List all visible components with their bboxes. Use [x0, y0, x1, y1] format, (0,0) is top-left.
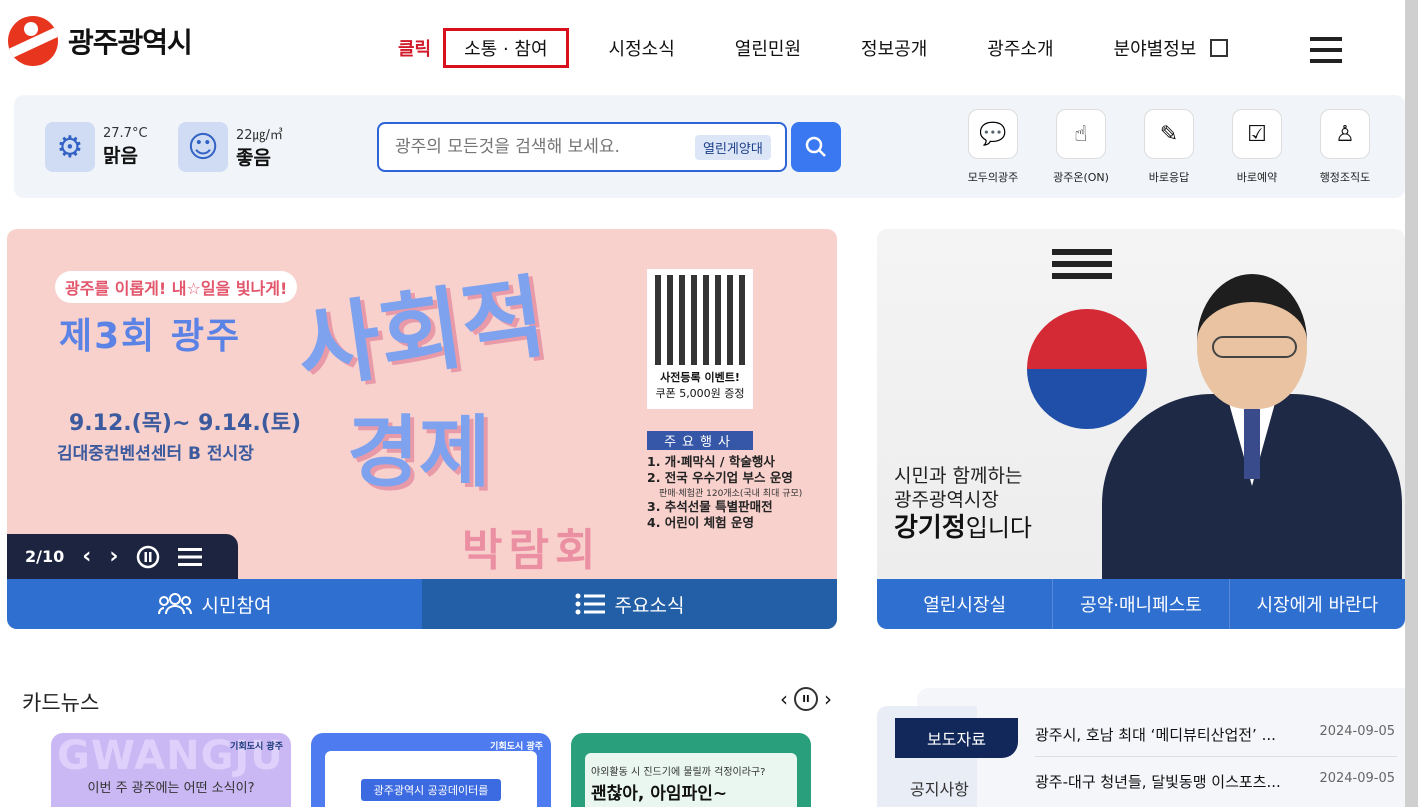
page: 광주광역시 클릭 소통 · 참여 시정소식 열린민원 정보공개 광주소개 분야별… — [0, 0, 1405, 807]
nav-communication[interactable]: 소통 · 참여 — [443, 28, 569, 68]
people-icon — [157, 593, 192, 615]
tab-request-to-mayor[interactable]: 시장에게 바란다 — [1230, 579, 1405, 629]
weather-condition: 맑음 — [103, 145, 138, 167]
temperature: 27.7°C — [103, 126, 148, 141]
nav-field-info-label: 분야별정보 — [1113, 39, 1197, 60]
main-nav: 클릭 소통 · 참여 시정소식 열린민원 정보공개 광주소개 분야별정보 — [398, 28, 1229, 68]
search-input[interactable] — [395, 137, 685, 157]
press-title: 광주시, 호남 최대 ‘메디뷰티산업전’ ... — [1035, 726, 1276, 744]
chat-icon: 💬 — [968, 109, 1018, 159]
dust-value: 22㎍/㎥ — [236, 128, 283, 143]
card-news-item[interactable]: 야외활동 시 진드기에 물릴까 걱정이라구? 괜찮아, 아임파인~ — [571, 733, 811, 807]
chevron-left-icon[interactable]: ‹ — [780, 687, 788, 711]
mayor-line-1: 시민과 함께하는 — [894, 465, 1023, 487]
tab-press-release[interactable]: 보도자료 — [895, 718, 1018, 758]
qr-code: 사전등록 이벤트! 쿠폰 5,000원 증정 — [647, 269, 753, 409]
logo-mark-icon — [8, 16, 58, 66]
nav-civil-service[interactable]: 열린민원 — [735, 35, 801, 61]
tab-notice[interactable]: 공지사항 — [910, 776, 969, 800]
mayor-photo — [1087, 274, 1405, 579]
quick-link-reservation[interactable]: ☑ 바로예약 — [1213, 109, 1301, 185]
edit-icon: ✎ — [1144, 109, 1194, 159]
quick-link-gwangjuon[interactable]: ☝ 광주온(ON) — [1037, 109, 1125, 185]
press-title: 광주-대구 청년들, 달빛동맹 이스포츠... — [1035, 773, 1281, 791]
dust-widget: ☺ 22㎍/㎥ 좋음 — [178, 122, 283, 172]
press-date: 2024-09-05 — [1319, 724, 1395, 739]
divider — [1035, 756, 1397, 757]
mayor-panel[interactable]: 시민과 함께하는 광주광역시장 강기정입니다 열린시장실 공약·매니페스토 시장… — [877, 229, 1405, 629]
banner-title: 제3회 광주 — [59, 316, 242, 357]
banner-tabs: 시민참여 주요소식 — [7, 579, 837, 629]
mayor-name-line: 강기정입니다 — [894, 513, 1033, 543]
banner-big-text-3: 박람회 — [462, 525, 602, 576]
press-date: 2024-09-05 — [1319, 771, 1395, 786]
nav-field-info[interactable]: 분야별정보 — [1114, 35, 1229, 61]
list-icon — [575, 593, 605, 615]
mayor-tabs: 열린시장실 공약·매니페스토 시장에게 바란다 — [877, 579, 1405, 629]
weather-widget: ⚙ 27.7°C 맑음 — [45, 122, 148, 172]
card-news-item[interactable]: GWANGJU 기회도시 광주 이번 주 광주에는 어떤 소식이? — [51, 733, 291, 807]
menu-icon[interactable] — [1310, 37, 1342, 70]
chevron-right-icon[interactable]: › — [824, 687, 832, 711]
utility-bar: ⚙ 27.7°C 맑음 ☺ 22㎍/㎥ 좋음 열린게양대 💬 — [14, 95, 1405, 198]
logo[interactable]: 광주광역시 — [8, 16, 193, 66]
main-banner[interactable]: 광주를 이롭게! 내☆일을 빛나게! 제3회 광주 9.12.(목)~ 9.14… — [7, 229, 837, 629]
tab-manifesto[interactable]: 공약·매니페스토 — [1053, 579, 1230, 629]
nav-about-gwangju[interactable]: 광주소개 — [987, 35, 1053, 61]
card-news-controls: ‹ II › — [780, 687, 832, 711]
logo-text: 광주광역시 — [68, 26, 193, 59]
click-label: 클릭 — [398, 39, 432, 60]
banner-big-text-2: 경제 — [347, 408, 491, 498]
prev-icon[interactable]: ‹ — [82, 544, 91, 569]
tab-citizen-participation[interactable]: 시민참여 — [7, 579, 422, 629]
external-link-icon — [1210, 39, 1229, 57]
smile-icon: ☺ — [178, 122, 228, 172]
banner-controls: 2/10 ‹ › — [7, 534, 238, 579]
hand-pointer-icon: ☝ — [1056, 109, 1106, 159]
quick-link-quick-response[interactable]: ✎ 바로응답 — [1125, 109, 1213, 185]
slide-counter: 2/10 — [25, 547, 65, 566]
banner-events: 주요행사 1. 개·폐막식 / 학술행사 2. 전국 우수기업 부스 운영 판매… — [647, 431, 807, 531]
search-box: 열린게양대 — [377, 122, 787, 172]
banner-date: 9.12.(목)~ 9.14.(토) — [69, 411, 302, 436]
search-tag[interactable]: 열린게양대 — [695, 134, 771, 160]
qr-code-icon — [655, 275, 745, 365]
pause-icon[interactable]: II — [794, 687, 818, 711]
card-news-title: 카드뉴스 — [22, 691, 100, 715]
quick-links: 💬 모두의광주 ☝ 광주온(ON) ✎ 바로응답 ☑ 바로예약 ♙ 행정조직도 — [949, 109, 1389, 185]
banner-big-text-1: 사회적 — [290, 264, 552, 403]
calendar-check-icon: ☑ — [1232, 109, 1282, 159]
search-button[interactable] — [791, 122, 841, 172]
quick-link-everyone[interactable]: 💬 모두의광주 — [949, 109, 1037, 185]
dust-status: 좋음 — [236, 147, 271, 169]
next-icon[interactable]: › — [109, 544, 118, 569]
pause-icon[interactable] — [136, 545, 160, 569]
quick-link-org-chart[interactable]: ♙ 행정조직도 — [1301, 109, 1389, 185]
list-item[interactable]: 광주시, 호남 최대 ‘메디뷰티산업전’ ... 2024-09-05 — [1035, 724, 1395, 745]
tab-main-news[interactable]: 주요소식 — [422, 579, 837, 629]
banner-venue: 김대중컨벤션센터 B 전시장 — [57, 444, 254, 464]
mayor-name: 강기정 — [894, 513, 966, 543]
banner-pill: 광주를 이롭게! 내☆일을 빛나게! — [55, 271, 298, 303]
nav-city-news[interactable]: 시정소식 — [609, 35, 675, 61]
gear-icon: ⚙ — [45, 122, 95, 172]
nav-info-disclosure[interactable]: 정보공개 — [861, 35, 927, 61]
search-icon — [805, 136, 826, 157]
list-item[interactable]: 광주-대구 청년들, 달빛동맹 이스포츠... 2024-09-05 — [1035, 771, 1395, 792]
tab-open-mayor-office[interactable]: 열린시장실 — [877, 579, 1054, 629]
list-menu-icon[interactable] — [178, 547, 203, 567]
card-news-item[interactable]: 기회도시 광주 광주광역시 공공데이터를 — [311, 733, 551, 807]
org-chart-icon: ♙ — [1320, 109, 1370, 159]
